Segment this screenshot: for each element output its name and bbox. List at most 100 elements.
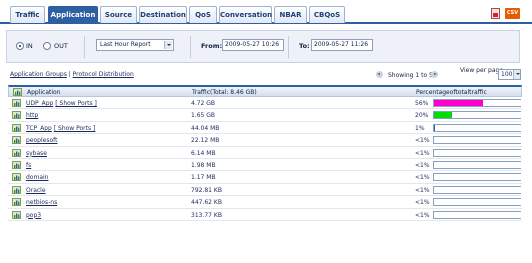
traffic-cell: 6.14 MB <box>191 149 216 157</box>
traffic-cell: 22.12 MB <box>191 137 220 145</box>
showing-range: Showing 1 to 57 <box>388 72 437 79</box>
traffic-cell: 792.81 KB <box>191 186 222 194</box>
table-row[interactable]: netbios-ns 447.62 KB <1% <box>8 196 522 209</box>
percentage-bar-fill <box>434 112 452 119</box>
percentage-bar <box>433 148 521 157</box>
table-row[interactable]: sybase 6.14 MB <1% <box>8 147 522 159</box>
application-link[interactable]: sybase <box>26 150 47 157</box>
percentage-bar-fill <box>434 100 483 106</box>
tab-conversation[interactable]: Conversation <box>219 6 272 23</box>
pdf-export-icon[interactable] <box>491 8 500 19</box>
show-ports-link[interactable]: [ Show Ports ] <box>55 100 97 107</box>
tab-destination[interactable]: Destination <box>139 6 187 23</box>
from-label: From: <box>201 42 223 50</box>
direction-in-label: IN <box>26 42 33 50</box>
percentage-cell: <1% <box>415 186 430 194</box>
percentage-cell: <1% <box>415 161 430 169</box>
percentage-bar <box>433 185 521 194</box>
traffic-cell: 1.17 MB <box>191 174 216 182</box>
previous-page-icon[interactable] <box>376 71 383 78</box>
application-name-cell: pop3 <box>26 212 41 219</box>
table-row[interactable]: domain 1.17 MB <1% <box>8 171 522 184</box>
column-percentage[interactable]: Percentageoftotaltraffic <box>416 89 487 96</box>
application-link[interactable]: Oracle <box>26 187 46 194</box>
filter-divider <box>84 36 85 58</box>
report-tab-bar: Traffic Application Source Destination Q… <box>0 0 532 24</box>
from-date-input[interactable]: 2009-05-27 10:26 <box>222 39 284 51</box>
percentage-cell: 56% <box>415 100 429 107</box>
application-link[interactable]: UDP_App <box>26 100 53 107</box>
tab-nbar[interactable]: NBAR <box>274 6 307 23</box>
direction-in-radio[interactable] <box>16 42 24 50</box>
direction-out-radio[interactable] <box>43 42 51 50</box>
table-row[interactable]: pop3 313.77 KB <1% <box>8 209 522 221</box>
percentage-bar <box>433 99 521 107</box>
table-body: UDP_App [ Show Ports ] 4.72 GB 56% http 1.65… <box>8 97 522 221</box>
application-name-cell: domain <box>26 174 48 181</box>
show-ports-link[interactable]: [ Show Ports ] <box>54 125 96 132</box>
application-link[interactable]: pop3 <box>26 212 41 219</box>
traffic-cell: 4.72 GB <box>191 100 216 107</box>
application-icon <box>12 198 21 206</box>
application-icon <box>12 210 21 219</box>
application-link[interactable]: fs <box>26 162 31 169</box>
per-page-value: 100 <box>501 71 513 78</box>
percentage-cell: <1% <box>415 174 430 182</box>
application-name-cell: netbios-ns <box>26 199 57 206</box>
traffic-cell: 44.04 MB <box>191 124 220 132</box>
application-link[interactable]: TCP_App <box>26 125 52 132</box>
table-row[interactable]: http 1.65 GB 20% <box>8 109 522 122</box>
protocol-distribution-link[interactable]: Protocol Distribution <box>73 71 134 78</box>
tab-application[interactable]: Application <box>48 6 98 24</box>
percentage-bar <box>433 111 521 120</box>
percentage-cell: <1% <box>415 211 430 219</box>
column-traffic[interactable]: Traffic(Total: 8.46 GB) <box>192 89 257 96</box>
csv-export-icon[interactable]: CSV <box>505 8 520 19</box>
percentage-cell: <1% <box>415 149 430 157</box>
per-page-select[interactable]: 100 <box>498 69 521 80</box>
tab-traffic[interactable]: Traffic <box>10 6 45 23</box>
report-period-select[interactable]: Last Hour Report <box>96 39 174 51</box>
per-page-label: View per page <box>460 67 504 74</box>
application-name-cell: UDP_App [ Show Ports ] <box>26 100 97 107</box>
table-row[interactable]: peoplesoft 22.12 MB <1% <box>8 134 522 147</box>
tab-qos[interactable]: QoS <box>189 6 217 23</box>
column-application[interactable]: Application <box>27 89 61 96</box>
pagination: Showing 1 to 57 View per page 100 <box>376 67 522 81</box>
percentage-bar-fill <box>434 124 435 131</box>
tab-source[interactable]: Source <box>100 6 137 23</box>
filter-divider <box>288 36 289 58</box>
traffic-cell: 447.62 KB <box>191 199 222 207</box>
percentage-cell: 1% <box>415 124 425 132</box>
application-link[interactable]: http <box>26 112 38 119</box>
table-row[interactable]: TCP_App [ Show Ports ] 44.04 MB 1% <box>8 122 522 135</box>
percentage-bar <box>433 210 521 219</box>
percentage-bar <box>433 123 521 132</box>
filter-divider <box>190 36 191 58</box>
application-icon <box>12 123 21 132</box>
table-row[interactable]: fs 1.98 MB <1% <box>8 159 522 172</box>
application-link[interactable]: netbios-ns <box>26 199 57 206</box>
application-icon <box>12 99 21 107</box>
table-header: Application Traffic(Total: 8.46 GB) Perc… <box>8 85 522 97</box>
next-page-icon[interactable] <box>431 71 438 78</box>
application-link[interactable]: domain <box>26 174 48 181</box>
application-icon <box>12 161 21 169</box>
table-row[interactable]: UDP_App [ Show Ports ] 4.72 GB 56% <box>8 97 522 110</box>
application-name-cell: TCP_App [ Show Ports ] <box>26 125 95 132</box>
application-column-icon <box>13 88 22 96</box>
to-label: To: <box>299 42 310 50</box>
application-name-cell: peoplesoft <box>26 137 58 144</box>
application-icon <box>12 111 21 120</box>
to-date-input[interactable]: 2009-05-27 11:26 <box>311 39 373 51</box>
chevron-down-icon <box>164 41 172 49</box>
percentage-cell: <1% <box>415 199 430 207</box>
percentage-cell: 20% <box>415 112 429 120</box>
table-row[interactable]: Oracle 792.81 KB <1% <box>8 184 522 197</box>
application-groups-link[interactable]: Application Groups <box>10 71 67 78</box>
percentage-bar <box>433 198 521 207</box>
tab-cbqos[interactable]: CBQoS <box>309 6 345 23</box>
traffic-cell: 1.98 MB <box>191 161 216 169</box>
application-link[interactable]: peoplesoft <box>26 137 58 144</box>
report-links: Application Groups | Protocol Distributi… <box>10 71 134 78</box>
